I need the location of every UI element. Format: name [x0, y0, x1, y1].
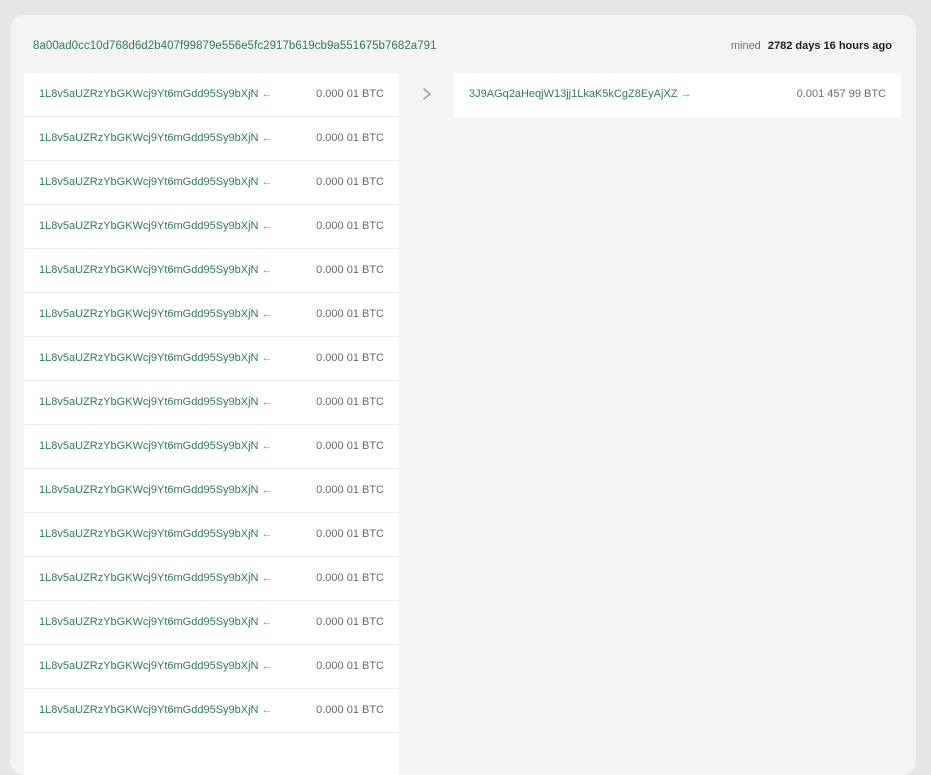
input-row: 1L8v5aUZRzYbGKWcj9Yt6mGdd95Sy9bXjN ← 0.000… — [24, 117, 399, 161]
address-text: 1L8v5aUZRzYbGKWcj9Yt6mGdd95Sy9bXjN — [39, 528, 259, 540]
address-text: 3J9AGq2aHeqjW13jj1LkaK5kCgZ8EyAjXZ — [469, 88, 678, 100]
input-address-link[interactable]: 1L8v5aUZRzYbGKWcj9Yt6mGdd95Sy9bXjN ← — [39, 176, 272, 188]
address-text: 1L8v5aUZRzYbGKWcj9Yt6mGdd95Sy9bXjN — [39, 220, 259, 232]
arrow-left-icon: ← — [261, 616, 273, 628]
input-row: 1L8v5aUZRzYbGKWcj9Yt6mGdd95Sy9bXjN ← 0.000… — [24, 645, 399, 689]
arrow-left-icon: ← — [261, 132, 273, 144]
input-amount: 0.000 01 BTC — [316, 440, 384, 452]
outputs-list: 3J9AGq2aHeqjW13jj1LkaK5kCgZ8EyAjXZ → 0.001… — [454, 73, 901, 117]
input-row: 1L8v5aUZRzYbGKWcj9Yt6mGdd95Sy9bXjN ← 0.000… — [24, 601, 399, 645]
address-text: 1L8v5aUZRzYbGKWcj9Yt6mGdd95Sy9bXjN — [39, 352, 259, 364]
transaction-card: 8a00ad0cc10d768d6d2b407f99879e556e5fc291… — [10, 15, 916, 775]
input-address-link[interactable]: 1L8v5aUZRzYbGKWcj9Yt6mGdd95Sy9bXjN ← — [39, 616, 272, 628]
input-address-link[interactable]: 1L8v5aUZRzYbGKWcj9Yt6mGdd95Sy9bXjN ← — [39, 528, 272, 540]
input-address-link[interactable]: 1L8v5aUZRzYbGKWcj9Yt6mGdd95Sy9bXjN ← — [39, 660, 272, 672]
input-row: 1L8v5aUZRzYbGKWcj9Yt6mGdd95Sy9bXjN ← 0.000… — [24, 513, 399, 557]
input-amount: 0.000 01 BTC — [316, 660, 384, 672]
input-amount: 0.000 01 BTC — [316, 484, 384, 496]
arrow-left-icon: ← — [261, 352, 273, 364]
input-address-link[interactable]: 1L8v5aUZRzYbGKWcj9Yt6mGdd95Sy9bXjN ← — [39, 264, 272, 276]
arrow-left-icon: ← — [261, 88, 273, 100]
arrow-left-icon: ← — [261, 660, 273, 672]
address-text: 1L8v5aUZRzYbGKWcj9Yt6mGdd95Sy9bXjN — [39, 308, 259, 320]
input-row: 1L8v5aUZRzYbGKWcj9Yt6mGdd95Sy9bXjN ← 0.000… — [24, 469, 399, 513]
address-text: 1L8v5aUZRzYbGKWcj9Yt6mGdd95Sy9bXjN — [39, 484, 259, 496]
input-amount: 0.000 01 BTC — [316, 704, 384, 716]
input-address-link[interactable]: 1L8v5aUZRzYbGKWcj9Yt6mGdd95Sy9bXjN ← — [39, 396, 272, 408]
input-row: 1L8v5aUZRzYbGKWcj9Yt6mGdd95Sy9bXjN ← 0.000… — [24, 161, 399, 205]
input-row: 1L8v5aUZRzYbGKWcj9Yt6mGdd95Sy9bXjN ← 0.000… — [24, 689, 399, 733]
input-amount: 0.000 01 BTC — [316, 264, 384, 276]
arrow-left-icon: ← — [261, 264, 273, 276]
input-row: 1L8v5aUZRzYbGKWcj9Yt6mGdd95Sy9bXjN ← 0.000… — [24, 381, 399, 425]
input-row: 1L8v5aUZRzYbGKWcj9Yt6mGdd95Sy9bXjN ← 0.000… — [24, 337, 399, 381]
input-row: 1L8v5aUZRzYbGKWcj9Yt6mGdd95Sy9bXjN ← 0.000… — [24, 293, 399, 337]
input-amount: 0.000 01 BTC — [316, 352, 384, 364]
inputs-list: 1L8v5aUZRzYbGKWcj9Yt6mGdd95Sy9bXjN ← 0.000… — [24, 73, 399, 775]
input-amount: 0.000 01 BTC — [316, 396, 384, 408]
input-amount: 0.000 01 BTC — [316, 132, 384, 144]
input-address-link[interactable]: 1L8v5aUZRzYbGKWcj9Yt6mGdd95Sy9bXjN ← — [39, 308, 272, 320]
address-text: 1L8v5aUZRzYbGKWcj9Yt6mGdd95Sy9bXjN — [39, 396, 259, 408]
address-text: 1L8v5aUZRzYbGKWcj9Yt6mGdd95Sy9bXjN — [39, 572, 259, 584]
address-text: 1L8v5aUZRzYbGKWcj9Yt6mGdd95Sy9bXjN — [39, 88, 259, 100]
input-address-link[interactable]: 1L8v5aUZRzYbGKWcj9Yt6mGdd95Sy9bXjN ← — [39, 572, 272, 584]
input-amount: 0.000 01 BTC — [316, 220, 384, 232]
input-row: 1L8v5aUZRzYbGKWcj9Yt6mGdd95Sy9bXjN ← 0.000… — [24, 249, 399, 293]
input-address-link[interactable]: 1L8v5aUZRzYbGKWcj9Yt6mGdd95Sy9bXjN ← — [39, 484, 272, 496]
input-row: 1L8v5aUZRzYbGKWcj9Yt6mGdd95Sy9bXjN ← 0.000… — [24, 557, 399, 601]
output-address-link[interactable]: 3J9AGq2aHeqjW13jj1LkaK5kCgZ8EyAjXZ → — [469, 88, 692, 100]
input-row: 1L8v5aUZRzYbGKWcj9Yt6mGdd95Sy9bXjN ← 0.000… — [24, 425, 399, 469]
input-amount: 0.000 01 BTC — [316, 88, 384, 100]
chevron-right-icon — [423, 88, 431, 100]
input-amount: 0.000 01 BTC — [316, 308, 384, 320]
arrow-left-icon: ← — [261, 484, 273, 496]
input-amount: 0.000 01 BTC — [316, 528, 384, 540]
address-text: 1L8v5aUZRzYbGKWcj9Yt6mGdd95Sy9bXjN — [39, 264, 259, 276]
input-address-link[interactable]: 1L8v5aUZRzYbGKWcj9Yt6mGdd95Sy9bXjN ← — [39, 220, 272, 232]
input-amount: 0.000 01 BTC — [316, 176, 384, 188]
output-row: 3J9AGq2aHeqjW13jj1LkaK5kCgZ8EyAjXZ → 0.001… — [454, 73, 901, 117]
input-amount: 0.000 01 BTC — [316, 572, 384, 584]
arrow-left-icon: ← — [261, 440, 273, 452]
address-text: 1L8v5aUZRzYbGKWcj9Yt6mGdd95Sy9bXjN — [39, 704, 259, 716]
input-address-link[interactable]: 1L8v5aUZRzYbGKWcj9Yt6mGdd95Sy9bXjN ← — [39, 440, 272, 452]
arrow-left-icon: ← — [261, 396, 273, 408]
transaction-header: 8a00ad0cc10d768d6d2b407f99879e556e5fc291… — [10, 15, 916, 73]
input-address-link[interactable]: 1L8v5aUZRzYbGKWcj9Yt6mGdd95Sy9bXjN ← — [39, 132, 272, 144]
input-address-link[interactable]: 1L8v5aUZRzYbGKWcj9Yt6mGdd95Sy9bXjN ← — [39, 88, 272, 100]
address-text: 1L8v5aUZRzYbGKWcj9Yt6mGdd95Sy9bXjN — [39, 616, 259, 628]
mined-label: mined — [730, 40, 761, 52]
arrow-left-icon: ← — [261, 528, 273, 540]
input-address-link[interactable]: 1L8v5aUZRzYbGKWcj9Yt6mGdd95Sy9bXjN ← — [39, 352, 272, 364]
mined-info: mined 2782 days 16 hours ago — [731, 40, 892, 52]
input-row: 1L8v5aUZRzYbGKWcj9Yt6mGdd95Sy9bXjN ← 0.000… — [24, 73, 399, 117]
arrow-left-icon: ← — [261, 572, 273, 584]
arrow-left-icon: ← — [261, 704, 273, 716]
address-text: 1L8v5aUZRzYbGKWcj9Yt6mGdd95Sy9bXjN — [39, 660, 259, 672]
output-amount: 0.001 457 99 BTC — [796, 88, 886, 100]
input-address-link[interactable]: 1L8v5aUZRzYbGKWcj9Yt6mGdd95Sy9bXjN ← — [39, 704, 272, 716]
arrow-left-icon: ← — [261, 176, 273, 188]
address-text: 1L8v5aUZRzYbGKWcj9Yt6mGdd95Sy9bXjN — [39, 440, 259, 452]
input-row: 1L8v5aUZRzYbGKWcj9Yt6mGdd95Sy9bXjN ← 0.000… — [24, 205, 399, 249]
transaction-hash-link[interactable]: 8a00ad0cc10d768d6d2b407f99879e556e5fc291… — [33, 40, 437, 52]
arrow-left-icon: ← — [261, 308, 273, 320]
arrow-left-icon: ← — [261, 220, 273, 232]
input-amount: 0.000 01 BTC — [316, 616, 384, 628]
arrow-right-icon[interactable]: → — [681, 88, 692, 100]
address-text: 1L8v5aUZRzYbGKWcj9Yt6mGdd95Sy9bXjN — [39, 132, 259, 144]
mined-age: 2782 days 16 hours ago — [767, 40, 892, 52]
address-text: 1L8v5aUZRzYbGKWcj9Yt6mGdd95Sy9bXjN — [39, 176, 259, 188]
